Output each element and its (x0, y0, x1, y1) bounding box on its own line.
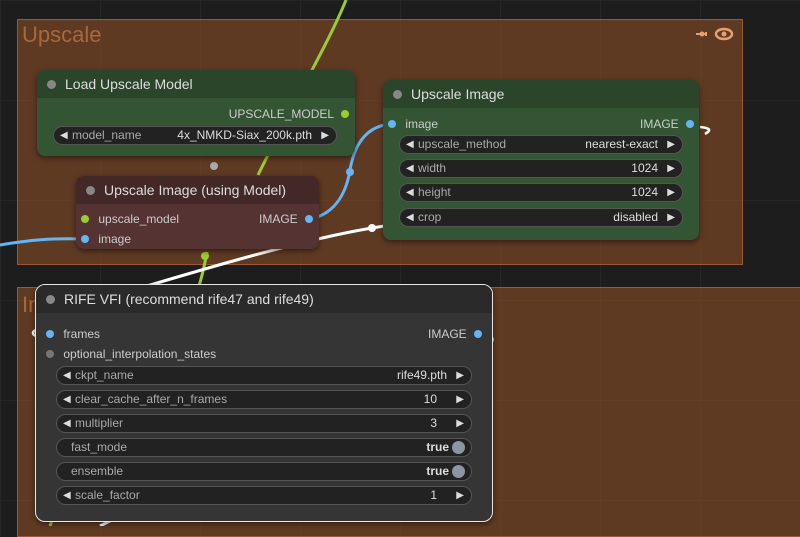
widget-value: 1024 (631, 185, 658, 199)
widget-label: scale_factor (75, 488, 140, 502)
input-label: image (405, 117, 439, 131)
arrow-right-icon[interactable]: ▶ (456, 391, 464, 408)
widget-label: fast_mode (71, 440, 128, 454)
arrow-right-icon[interactable]: ▶ (667, 209, 675, 226)
output-socket-icon[interactable] (305, 214, 313, 223)
output-slot-image[interactable]: IMAGE (428, 325, 482, 343)
widget-fast-mode[interactable]: fast_mode true (56, 438, 472, 457)
widget-label: ensemble (71, 464, 124, 478)
node-title[interactable]: Load Upscale Model (37, 70, 355, 98)
widget-value: nearest-exact (585, 137, 658, 151)
widget-upscale-method[interactable]: ◀ upscale_method nearest-exact ▶ (399, 135, 683, 154)
widget-model-name[interactable]: ◀ model_name 4x_NMKD-Siax_200k.pth ▶ (53, 126, 337, 145)
node-canvas[interactable]: Upscale In Load Upscale Model UPSCALE_MO… (0, 0, 800, 537)
arrow-right-icon[interactable]: ▶ (321, 127, 329, 144)
node-upscale-image-using-model[interactable]: Upscale Image (using Model) upscale_mode… (76, 176, 319, 249)
node-title-label: RIFE VFI (recommend rife47 and rife49) (64, 291, 314, 307)
arrow-right-icon[interactable]: ▶ (667, 136, 675, 153)
widget-label: multiplier (75, 416, 124, 430)
input-socket-icon[interactable] (81, 234, 89, 243)
input-label: image (98, 232, 132, 246)
arrow-left-icon[interactable]: ◀ (63, 487, 71, 504)
input-slot-optional-interpolation-states[interactable]: optional_interpolation_states (46, 345, 216, 363)
widget-label: ckpt_name (75, 368, 134, 382)
widget-value: true (426, 440, 449, 454)
output-slot-image[interactable]: IMAGE (640, 115, 694, 133)
widget-value: 3 (430, 416, 437, 430)
arrow-right-icon[interactable]: ▶ (456, 415, 464, 432)
widget-ckpt-name[interactable]: ◀ ckpt_name rife49.pth ▶ (56, 366, 472, 385)
widget-ensemble[interactable]: ensemble true (56, 462, 472, 481)
widget-label: clear_cache_after_n_frames (75, 392, 228, 406)
node-title[interactable]: RIFE VFI (recommend rife47 and rife49) (36, 285, 492, 313)
output-label: IMAGE (639, 117, 679, 131)
widget-value: 1024 (631, 161, 658, 175)
output-label: IMAGE (258, 212, 298, 226)
widget-label: height (418, 185, 451, 199)
widget-value: rife49.pth (396, 368, 447, 382)
input-slot-image[interactable]: image (388, 115, 438, 133)
output-socket-icon[interactable] (686, 119, 694, 128)
collapse-dot-icon[interactable] (393, 90, 402, 99)
input-label: frames (63, 327, 101, 341)
input-slot-frames[interactable]: frames (46, 325, 100, 343)
arrow-left-icon[interactable]: ◀ (63, 391, 71, 408)
input-socket-icon[interactable] (81, 214, 89, 223)
output-label: UPSCALE_MODEL (228, 107, 334, 121)
arrow-left-icon[interactable]: ◀ (60, 127, 68, 144)
arrow-left-icon[interactable]: ◀ (406, 136, 414, 153)
collapse-dot-icon[interactable] (46, 295, 55, 304)
arrow-right-icon[interactable]: ▶ (456, 487, 464, 504)
arrow-left-icon[interactable]: ◀ (63, 415, 71, 432)
input-socket-icon[interactable] (46, 349, 54, 358)
output-label: IMAGE (427, 327, 467, 341)
input-socket-icon[interactable] (46, 329, 54, 338)
widget-clear-cache-after-n-frames[interactable]: ◀ clear_cache_after_n_frames 10 ▶ (56, 390, 472, 409)
output-socket-icon[interactable] (341, 109, 349, 118)
node-load-upscale-model[interactable]: Load Upscale Model UPSCALE_MODEL ◀ model… (37, 70, 355, 156)
widget-crop[interactable]: ◀ crop disabled ▶ (399, 208, 683, 227)
widget-label: model_name (72, 128, 142, 142)
collapse-dot-icon[interactable] (47, 80, 56, 89)
node-title-label: Upscale Image (using Model) (104, 182, 287, 198)
node-title[interactable]: Upscale Image (383, 80, 699, 108)
node-title-label: Load Upscale Model (65, 76, 193, 92)
widget-multiplier[interactable]: ◀ multiplier 3 ▶ (56, 414, 472, 433)
widget-value: disabled (613, 210, 658, 224)
widget-value: 1 (430, 488, 437, 502)
widget-value: 4x_NMKD-Siax_200k.pth (177, 128, 312, 142)
widget-value: 10 (423, 392, 437, 406)
input-label: upscale_model (98, 212, 180, 226)
arrow-left-icon[interactable]: ◀ (406, 184, 414, 201)
input-socket-icon[interactable] (388, 119, 396, 128)
arrow-right-icon[interactable]: ▶ (667, 184, 675, 201)
collapse-dot-icon[interactable] (86, 186, 95, 195)
node-rife-vfi[interactable]: RIFE VFI (recommend rife47 and rife49) f… (35, 284, 493, 522)
toggle-knob-icon[interactable] (452, 465, 465, 478)
node-title-label: Upscale Image (411, 86, 505, 102)
widget-value: true (426, 464, 449, 478)
widget-height[interactable]: ◀ height 1024 ▶ (399, 183, 683, 202)
output-slot-image[interactable]: IMAGE (259, 210, 313, 228)
output-socket-icon[interactable] (474, 329, 482, 338)
node-upscale-image[interactable]: Upscale Image image IMAGE ◀ upscale_meth… (383, 80, 699, 240)
widget-label: width (418, 161, 447, 175)
widget-width[interactable]: ◀ width 1024 ▶ (399, 159, 683, 178)
input-label: optional_interpolation_states (63, 347, 217, 361)
toggle-knob-icon[interactable] (452, 441, 465, 454)
arrow-left-icon[interactable]: ◀ (63, 367, 71, 384)
widget-label: crop (418, 210, 442, 224)
arrow-right-icon[interactable]: ▶ (667, 160, 675, 177)
node-title[interactable]: Upscale Image (using Model) (76, 176, 319, 204)
widget-label: upscale_method (418, 137, 507, 151)
arrow-left-icon[interactable]: ◀ (406, 160, 414, 177)
widget-scale-factor[interactable]: ◀ scale_factor 1 ▶ (56, 486, 472, 505)
input-slot-upscale-model[interactable]: upscale_model (81, 210, 179, 228)
input-slot-image[interactable]: image (81, 230, 131, 248)
output-slot-upscale-model[interactable]: UPSCALE_MODEL (229, 105, 349, 123)
arrow-right-icon[interactable]: ▶ (456, 367, 464, 384)
arrow-left-icon[interactable]: ◀ (406, 209, 414, 226)
